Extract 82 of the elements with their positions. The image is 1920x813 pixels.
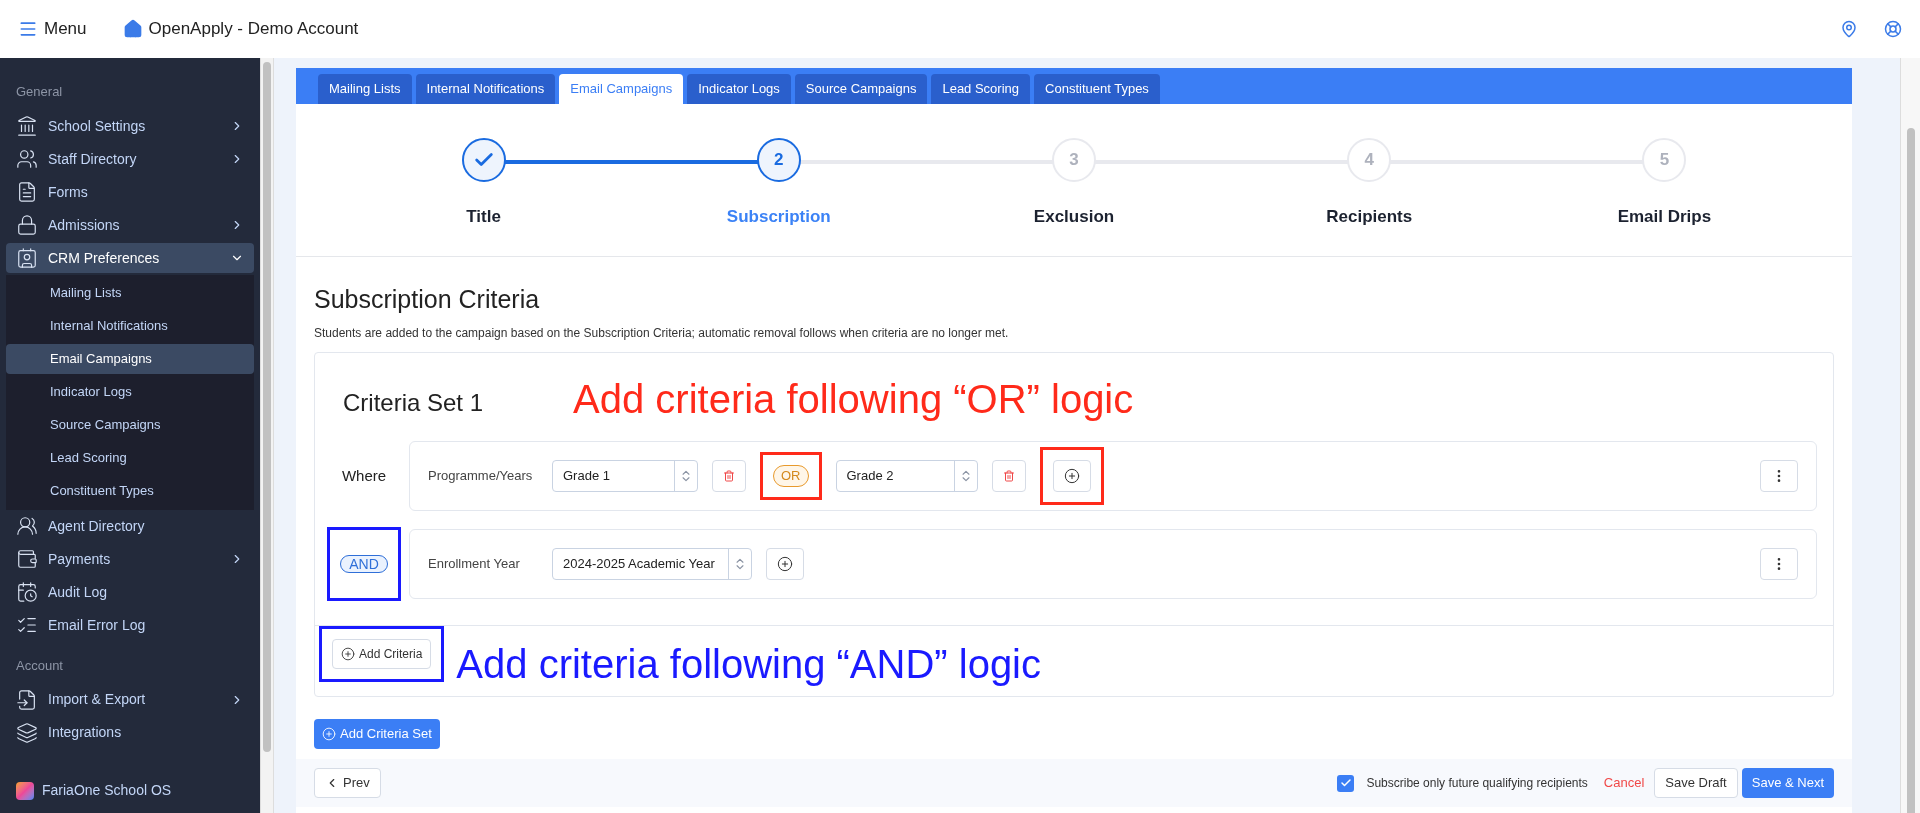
step-label: Title <box>466 206 501 228</box>
step-label: Subscription <box>726 206 831 228</box>
section-heading: General <box>15 83 64 101</box>
annotation-text: Add criteria following “AND” logic <box>456 642 1041 686</box>
app-logo-icon <box>16 781 34 800</box>
tab[interactable]: Email Campaigns <box>559 74 684 104</box>
sidebar-item[interactable]: CRM Preferences <box>6 243 254 273</box>
delete-button[interactable] <box>712 460 746 492</box>
prev-button[interactable]: Prev <box>314 768 381 798</box>
add-icon <box>1063 468 1080 484</box>
help-icon[interactable] <box>1884 20 1902 38</box>
add-icon <box>341 647 355 661</box>
add-or-button[interactable] <box>1052 460 1091 492</box>
tab[interactable]: Lead Scoring <box>931 74 1031 104</box>
add-criteria-set-button[interactable]: Add Criteria Set <box>314 719 440 749</box>
checkbox[interactable] <box>1337 774 1355 792</box>
select-field[interactable]: Grade 2 <box>835 460 978 492</box>
product-name: FariaOne School OS <box>42 781 172 800</box>
sidebar-item[interactable]: Agent Directory <box>6 511 254 541</box>
tab[interactable]: Mailing Lists <box>318 74 412 104</box>
submenu-item[interactable]: Indicator Logs <box>6 377 254 407</box>
add-icon <box>322 727 336 741</box>
step-label: Email Drips <box>1617 206 1712 228</box>
sidebar-item[interactable]: Staff Directory <box>6 144 254 174</box>
add-criteria-button[interactable]: Add Criteria <box>332 639 432 669</box>
logic-badge: OR <box>773 465 809 487</box>
logic-badge: AND <box>340 555 388 573</box>
field-label: Programme/Years <box>428 467 534 486</box>
tab[interactable]: Internal Notifications <box>415 74 556 104</box>
tab[interactable]: Indicator Logs <box>687 74 791 104</box>
sidebar-item[interactable]: Integrations <box>6 717 254 748</box>
submenu-item[interactable]: Internal Notifications <box>6 311 254 341</box>
criteria-set-title: Criteria Set 1 <box>343 388 484 418</box>
location-pin-icon[interactable] <box>1840 20 1858 38</box>
menu-icon[interactable] <box>18 19 38 39</box>
menu-item-icon <box>16 721 38 744</box>
menu-item-icon <box>16 688 38 711</box>
delete-button[interactable] <box>991 460 1026 492</box>
submenu-item[interactable]: Source Campaigns <box>6 410 254 440</box>
check-icon <box>1339 777 1352 789</box>
field-label: Enrollment Year <box>428 555 521 574</box>
page-title: OpenApply - Demo Account <box>148 18 359 41</box>
submenu-item[interactable]: Lead Scoring <box>6 443 254 473</box>
where-label: Where <box>341 465 387 486</box>
add-icon <box>777 556 793 572</box>
sidebar-item[interactable]: Admissions <box>6 210 254 240</box>
sidebar-item[interactable]: Audit Log <box>6 577 254 607</box>
section-description: Students are added to the campaign based on the Subscription Criteria; automatic removal follows when criteria are no longer met. <box>314 325 1010 342</box>
sidebar-item[interactable]: School Settings <box>6 111 254 141</box>
checkbox-label: Subscribe only future qualifying recipients <box>1366 775 1588 792</box>
trash-icon <box>1002 470 1015 482</box>
cancel-link[interactable]: Cancel <box>1603 773 1645 793</box>
save-draft-button[interactable]: Save Draft <box>1654 768 1738 798</box>
home-icon[interactable] <box>122 19 143 39</box>
menu-item-icon <box>16 247 38 269</box>
menu-item-icon <box>16 548 38 570</box>
trash-icon <box>723 470 735 482</box>
menu-item-icon <box>16 181 38 203</box>
save-next-button[interactable]: Save & Next <box>1741 768 1834 798</box>
step-label: Recipients <box>1326 206 1413 228</box>
sidebar-item[interactable]: Payments <box>6 544 254 574</box>
select-field[interactable]: 2024-2025 Academic Year <box>552 548 752 580</box>
submenu-item[interactable]: Constituent Types <box>6 476 254 506</box>
section-heading: Account <box>15 656 64 675</box>
step-label: Exclusion <box>1033 206 1115 228</box>
section-title: Subscription Criteria <box>314 283 541 315</box>
submenu-item[interactable]: Mailing Lists <box>6 278 254 308</box>
tab[interactable]: Source Campaigns <box>794 74 928 104</box>
select-field[interactable]: Grade 1 <box>552 460 698 492</box>
add-or-button[interactable] <box>766 548 804 580</box>
menu-item-icon <box>16 148 38 170</box>
menu-item-icon <box>16 581 38 603</box>
menu-label[interactable]: Menu <box>44 16 87 42</box>
sidebar-item[interactable]: Email Error Log <box>6 610 254 640</box>
annotation-text: Add criteria following “OR” logic <box>573 377 1134 421</box>
tab[interactable]: Constituent Types <box>1034 74 1160 104</box>
submenu-item[interactable]: Email Campaigns <box>6 344 254 374</box>
menu-item-icon <box>16 115 38 137</box>
sidebar-item[interactable]: Import & Export <box>6 684 254 715</box>
menu-item-icon <box>16 214 38 236</box>
menu-item-icon <box>16 515 38 537</box>
sidebar-item[interactable]: Forms <box>6 177 254 207</box>
